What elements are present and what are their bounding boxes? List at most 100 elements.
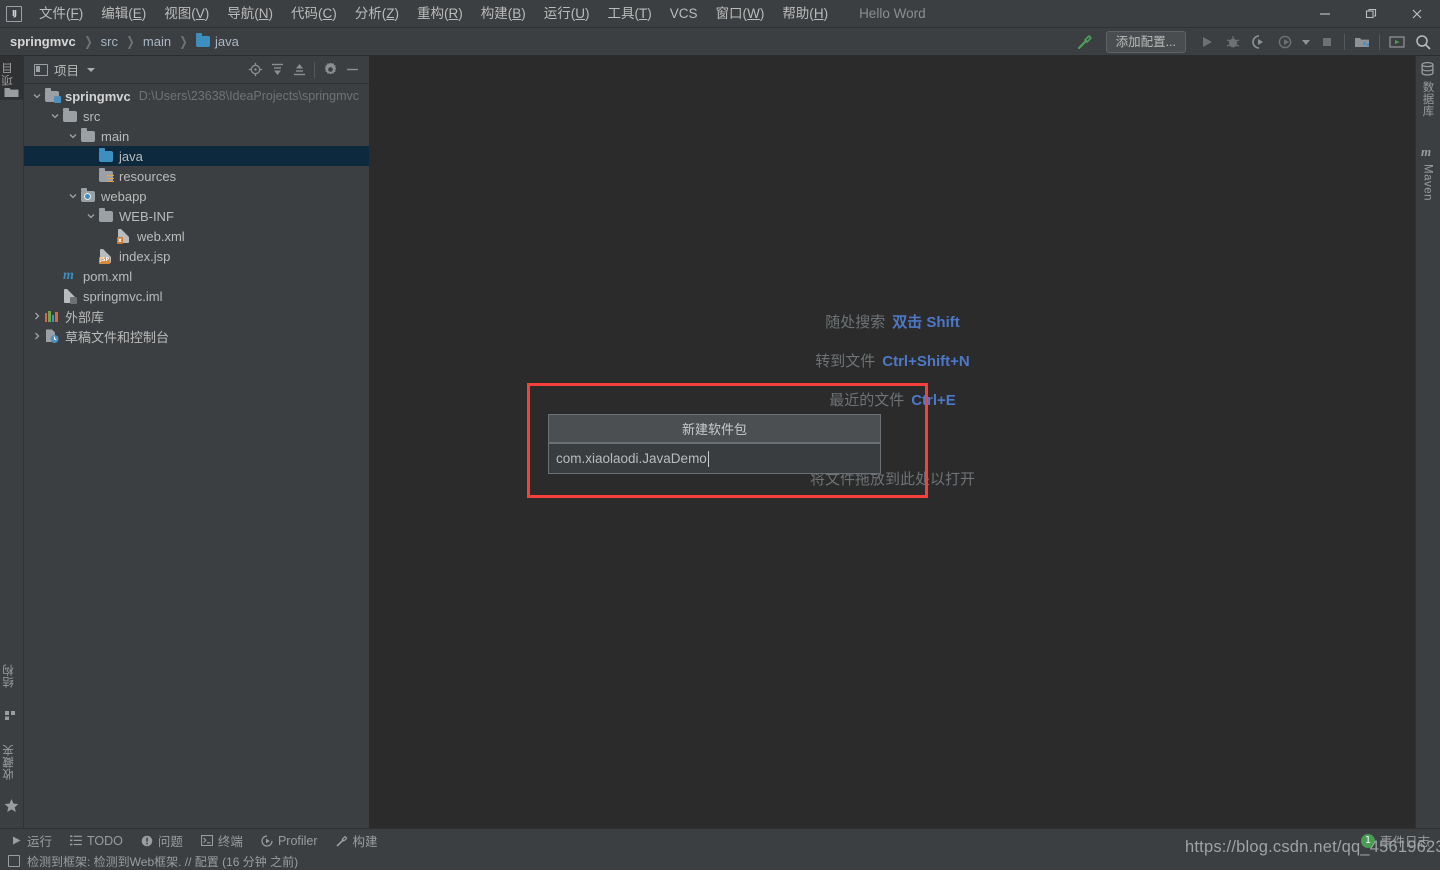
breadcrumb-item-src[interactable]: src	[101, 34, 118, 49]
tree-node-webapp[interactable]: webapp	[24, 186, 369, 206]
chevron-down-icon[interactable]	[87, 67, 96, 72]
breadcrumb-item-main[interactable]: main	[143, 34, 171, 49]
menu-item-11[interactable]: 窗口(W)	[707, 2, 774, 26]
tree-node-springmvc[interactable]: springmvc D:\Users\23638\IdeaProjects\spr…	[24, 86, 369, 106]
tree-node-外部库[interactable]: 外部库	[24, 306, 369, 326]
menu-item-7[interactable]: 构建(B)	[472, 2, 535, 26]
maven-pom-icon: m	[63, 268, 74, 283]
new-package-name-value: com.xiaolaodi.JavaDemo	[556, 451, 707, 466]
xml-file-icon: x	[116, 228, 132, 244]
tip-search-everywhere: 随处搜索 双击 Shift	[370, 311, 1415, 332]
toolbar-divider-2	[1379, 33, 1380, 50]
menu-item-4[interactable]: 代码(C)	[282, 2, 346, 26]
project-title-label: Hello Word	[859, 6, 926, 21]
breadcrumb-item-springmvc[interactable]: springmvc	[10, 34, 76, 49]
hide-panel-icon[interactable]	[341, 59, 363, 81]
stop-icon[interactable]	[1314, 30, 1340, 54]
menu-item-0[interactable]: 文件(F)	[30, 2, 92, 26]
bottom-item-profiler[interactable]: Profiler	[254, 832, 325, 850]
chevron-down-icon[interactable]	[86, 211, 96, 221]
bottom-item-label: 运行	[27, 835, 53, 849]
sidebar-item-favorites[interactable]: 收藏夹	[3, 744, 16, 780]
new-package-name-input[interactable]: com.xiaolaodi.JavaDemo	[548, 443, 881, 474]
settings-gear-icon[interactable]	[319, 59, 341, 81]
sidebar-item-project[interactable]: 项目	[2, 62, 15, 86]
iml-file-icon	[62, 288, 78, 304]
chevron-right-icon[interactable]	[32, 331, 42, 341]
tree-node-label: index.jsp	[119, 248, 171, 264]
tree-node-index.jsp[interactable]: JSP index.jsp	[24, 246, 369, 266]
tree-node-WEB-INF[interactable]: WEB-INF	[24, 206, 369, 226]
tree-node-web.xml[interactable]: x web.xml	[24, 226, 369, 246]
commit-folder-icon	[4, 88, 19, 97]
breadcrumb-item-java[interactable]: java	[196, 33, 239, 49]
sidebar-item-maven-label: Maven	[1421, 164, 1434, 202]
menu-item-6[interactable]: 重构(R)	[408, 2, 472, 26]
menu-item-1[interactable]: 编辑(E)	[92, 2, 155, 26]
menu-item-8[interactable]: 运行(U)	[535, 2, 599, 26]
expand-all-icon[interactable]	[266, 59, 288, 81]
tree-node-label: 草稿文件和控制台	[65, 329, 170, 345]
bottom-item-problems[interactable]: 问题	[134, 829, 190, 852]
terminal-icon	[200, 835, 213, 846]
bottom-item-run[interactable]: 运行	[4, 829, 59, 852]
search-everywhere-icon[interactable]	[1410, 30, 1436, 54]
minimize-icon[interactable]	[1302, 0, 1348, 28]
menu-item-5[interactable]: 分析(Z)	[346, 2, 408, 26]
panel-divider	[314, 61, 315, 78]
jsp-file-icon: JSP	[98, 248, 114, 264]
collapse-all-icon[interactable]	[288, 59, 310, 81]
maven-m-icon: m	[1421, 144, 1432, 159]
tree-node-main[interactable]: main	[24, 126, 369, 146]
chevron-down-icon[interactable]	[1298, 30, 1314, 54]
tree-node-content: java	[98, 148, 143, 164]
add-configuration-button[interactable]: 添加配置...	[1105, 30, 1186, 53]
structure-icon	[5, 711, 18, 720]
menu-item-9[interactable]: 工具(T)	[599, 2, 661, 26]
new-package-dialog-header: 新建软件包	[548, 414, 881, 443]
tree-node-pom.xml[interactable]: m pom.xml	[24, 266, 369, 286]
folder-icon	[98, 208, 114, 224]
tree-node-label: WEB-INF	[119, 208, 174, 224]
project-structure-icon[interactable]	[1349, 30, 1375, 54]
bottom-item-terminal[interactable]: 终端	[194, 829, 250, 852]
tree-node-src[interactable]: src	[24, 106, 369, 126]
menu-items: 文件(F) 编辑(E) 视图(V) 导航(N) 代码(C) 分析(Z) 重构(R) 构建(B)…	[30, 2, 837, 26]
menu-item-3[interactable]: 导航(N)	[218, 2, 282, 26]
sidebar-item-commit[interactable]	[4, 86, 19, 98]
menu-item-2[interactable]: 视图(V)	[155, 2, 218, 26]
sidebar-item-maven[interactable]: Maven	[1421, 164, 1434, 202]
chevron-down-icon[interactable]	[32, 91, 42, 101]
tip-label: 转到文件	[815, 353, 876, 370]
sidebar-item-structure[interactable]: 结构	[3, 664, 16, 688]
build-hammer-icon[interactable]	[1072, 30, 1098, 54]
bottom-item-build[interactable]: 构建	[329, 829, 385, 852]
updates-icon[interactable]	[1384, 30, 1410, 54]
debug-icon[interactable]	[1220, 30, 1246, 54]
bottom-item-todo[interactable]: TODO	[63, 832, 130, 850]
project-panel-title: 项目	[54, 64, 80, 78]
run-icon[interactable]	[1194, 30, 1220, 54]
profile-icon[interactable]	[1272, 30, 1298, 54]
resources-folder-icon	[98, 168, 114, 184]
breadcrumb-separator: ❯	[179, 33, 188, 49]
tree-node-草稿文件和控制台[interactable]: 草稿文件和控制台	[24, 326, 369, 346]
tree-node-springmvc.iml[interactable]: springmvc.iml	[24, 286, 369, 306]
breadcrumb-label: springmvc	[10, 34, 76, 49]
chevron-right-icon[interactable]	[32, 311, 42, 321]
close-icon[interactable]	[1394, 0, 1440, 28]
chevron-down-icon[interactable]	[68, 191, 78, 201]
sidebar-item-database[interactable]: 数据库	[1421, 81, 1434, 117]
run-with-coverage-icon[interactable]	[1246, 30, 1272, 54]
tree-node-resources[interactable]: resources	[24, 166, 369, 186]
locate-icon[interactable]	[244, 59, 266, 81]
menu-bar: IJ 文件(F) 编辑(E) 视图(V) 导航(N) 代码(C) 分析(Z) 重构(R) 构建…	[0, 0, 1440, 28]
menu-item-12[interactable]: 帮助(H)	[773, 2, 837, 26]
tree-node-label: 外部库	[65, 309, 105, 325]
chevron-down-icon[interactable]	[68, 131, 78, 141]
tree-node-java[interactable]: java	[24, 146, 369, 166]
menu-item-10[interactable]: VCS	[661, 2, 707, 26]
chevron-down-icon[interactable]	[50, 111, 60, 121]
maximize-icon[interactable]	[1348, 0, 1394, 28]
